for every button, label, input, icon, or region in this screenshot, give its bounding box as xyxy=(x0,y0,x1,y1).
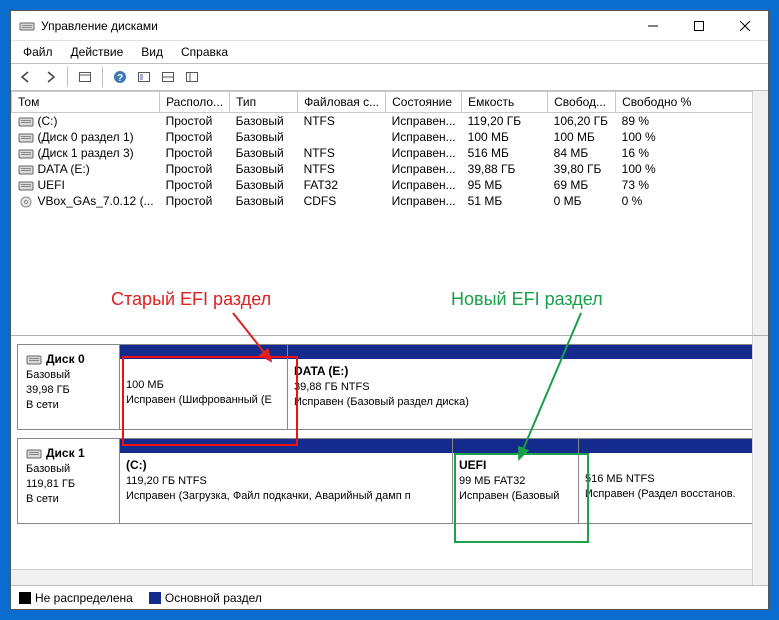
drive-icon xyxy=(18,196,34,208)
partition-info: UEFI99 МБ FAT32Исправен (Базовый xyxy=(453,453,578,523)
window-title: Управление дисками xyxy=(41,19,630,33)
table-row[interactable]: (Диск 0 раздел 1)ПростойБазовыйИсправен.… xyxy=(12,129,768,145)
disk-row[interactable]: Диск 0Базовый39,98 ГБВ сети100 МБИсправе… xyxy=(17,344,762,430)
partition-info: 516 МБ NTFSИсправен (Раздел восстанов. xyxy=(579,453,761,523)
legend-bar: Не распределена Основной раздел xyxy=(11,585,768,609)
legend-primary: Основной раздел xyxy=(149,591,262,605)
partition[interactable]: 100 МБИсправен (Шифрованный (E xyxy=(120,345,288,429)
col-layout[interactable]: Располо... xyxy=(160,92,230,113)
disk-label: Диск 1Базовый119,81 ГБВ сети xyxy=(18,439,120,523)
partition-stripe xyxy=(453,439,578,453)
tool-button-3[interactable] xyxy=(157,66,179,88)
col-volume[interactable]: Том xyxy=(12,92,160,113)
menu-help[interactable]: Справка xyxy=(173,43,236,61)
col-freepct[interactable]: Свободно % xyxy=(616,92,768,113)
forward-button[interactable] xyxy=(39,66,61,88)
drive-icon xyxy=(18,164,34,176)
disk-label: Диск 0Базовый39,98 ГБВ сети xyxy=(18,345,120,429)
table-row[interactable]: (C:)ПростойБазовыйNTFSИсправен...119,20 … xyxy=(12,113,768,130)
tool-button-4[interactable] xyxy=(181,66,203,88)
menu-bar: Файл Действие Вид Справка xyxy=(11,41,768,63)
partition-stripe xyxy=(120,345,287,359)
disk-management-window: Управление дисками Файл Действие Вид Спр… xyxy=(10,10,769,610)
menu-action[interactable]: Действие xyxy=(63,43,132,61)
drive-icon xyxy=(18,180,34,192)
col-free[interactable]: Свобод... xyxy=(548,92,616,113)
back-button[interactable] xyxy=(15,66,37,88)
legend-unallocated: Не распределена xyxy=(19,591,133,605)
partition-info: 100 МБИсправен (Шифрованный (E xyxy=(120,359,287,429)
drive-icon xyxy=(18,148,34,160)
app-icon xyxy=(19,18,35,34)
volume-table[interactable]: Том Располо... Тип Файловая с... Состоян… xyxy=(11,91,768,209)
partition[interactable]: DATA (E:)39,88 ГБ NTFSИсправен (Базовый … xyxy=(288,345,761,429)
partition[interactable]: UEFI99 МБ FAT32Исправен (Базовый xyxy=(453,439,579,523)
maximize-button[interactable] xyxy=(676,11,722,41)
table-row[interactable]: VBox_GAs_7.0.12 (...ПростойБазовыйCDFSИс… xyxy=(12,193,768,209)
svg-text:?: ? xyxy=(117,73,123,84)
drive-icon xyxy=(18,116,34,128)
disk-graphical-pane: Диск 0Базовый39,98 ГБВ сети100 МБИсправе… xyxy=(11,336,768,585)
drive-icon xyxy=(18,132,34,144)
partition-info: (C:)119,20 ГБ NTFSИсправен (Загрузка, Фа… xyxy=(120,453,452,523)
tool-button-2[interactable] xyxy=(133,66,155,88)
scrollbar-horizontal[interactable] xyxy=(11,569,752,585)
partition[interactable]: (C:)119,20 ГБ NTFSИсправен (Загрузка, Фа… xyxy=(120,439,453,523)
minimize-button[interactable] xyxy=(630,11,676,41)
disk-row[interactable]: Диск 1Базовый119,81 ГБВ сети(C:)119,20 Г… xyxy=(17,438,762,524)
volume-list-pane: Том Располо... Тип Файловая с... Состоян… xyxy=(11,91,768,336)
table-row[interactable]: UEFIПростойБазовыйFAT32Исправен...95 МБ6… xyxy=(12,177,768,193)
toolbar: ? xyxy=(11,63,768,91)
drive-icon xyxy=(26,448,42,460)
partition-stripe xyxy=(120,439,452,453)
col-type[interactable]: Тип xyxy=(230,92,298,113)
partition-stripe xyxy=(288,345,761,359)
menu-file[interactable]: Файл xyxy=(15,43,61,61)
partition-stripe xyxy=(579,439,761,453)
table-row[interactable]: DATA (E:)ПростойБазовыйNTFSИсправен...39… xyxy=(12,161,768,177)
partition[interactable]: 516 МБ NTFSИсправен (Раздел восстанов. xyxy=(579,439,761,523)
close-button[interactable] xyxy=(722,11,768,41)
title-bar: Управление дисками xyxy=(11,11,768,41)
tool-button-1[interactable] xyxy=(74,66,96,88)
col-filesystem[interactable]: Файловая с... xyxy=(298,92,386,113)
table-row[interactable]: (Диск 1 раздел 3)ПростойБазовыйNTFSИспра… xyxy=(12,145,768,161)
drive-icon xyxy=(26,354,42,366)
partition-info: DATA (E:)39,88 ГБ NTFSИсправен (Базовый … xyxy=(288,359,761,429)
col-status[interactable]: Состояние xyxy=(386,92,462,113)
scrollbar-vertical[interactable] xyxy=(752,336,768,585)
menu-view[interactable]: Вид xyxy=(133,43,171,61)
col-capacity[interactable]: Емкость xyxy=(462,92,548,113)
help-button[interactable]: ? xyxy=(109,66,131,88)
scrollbar-vertical[interactable] xyxy=(752,91,768,335)
